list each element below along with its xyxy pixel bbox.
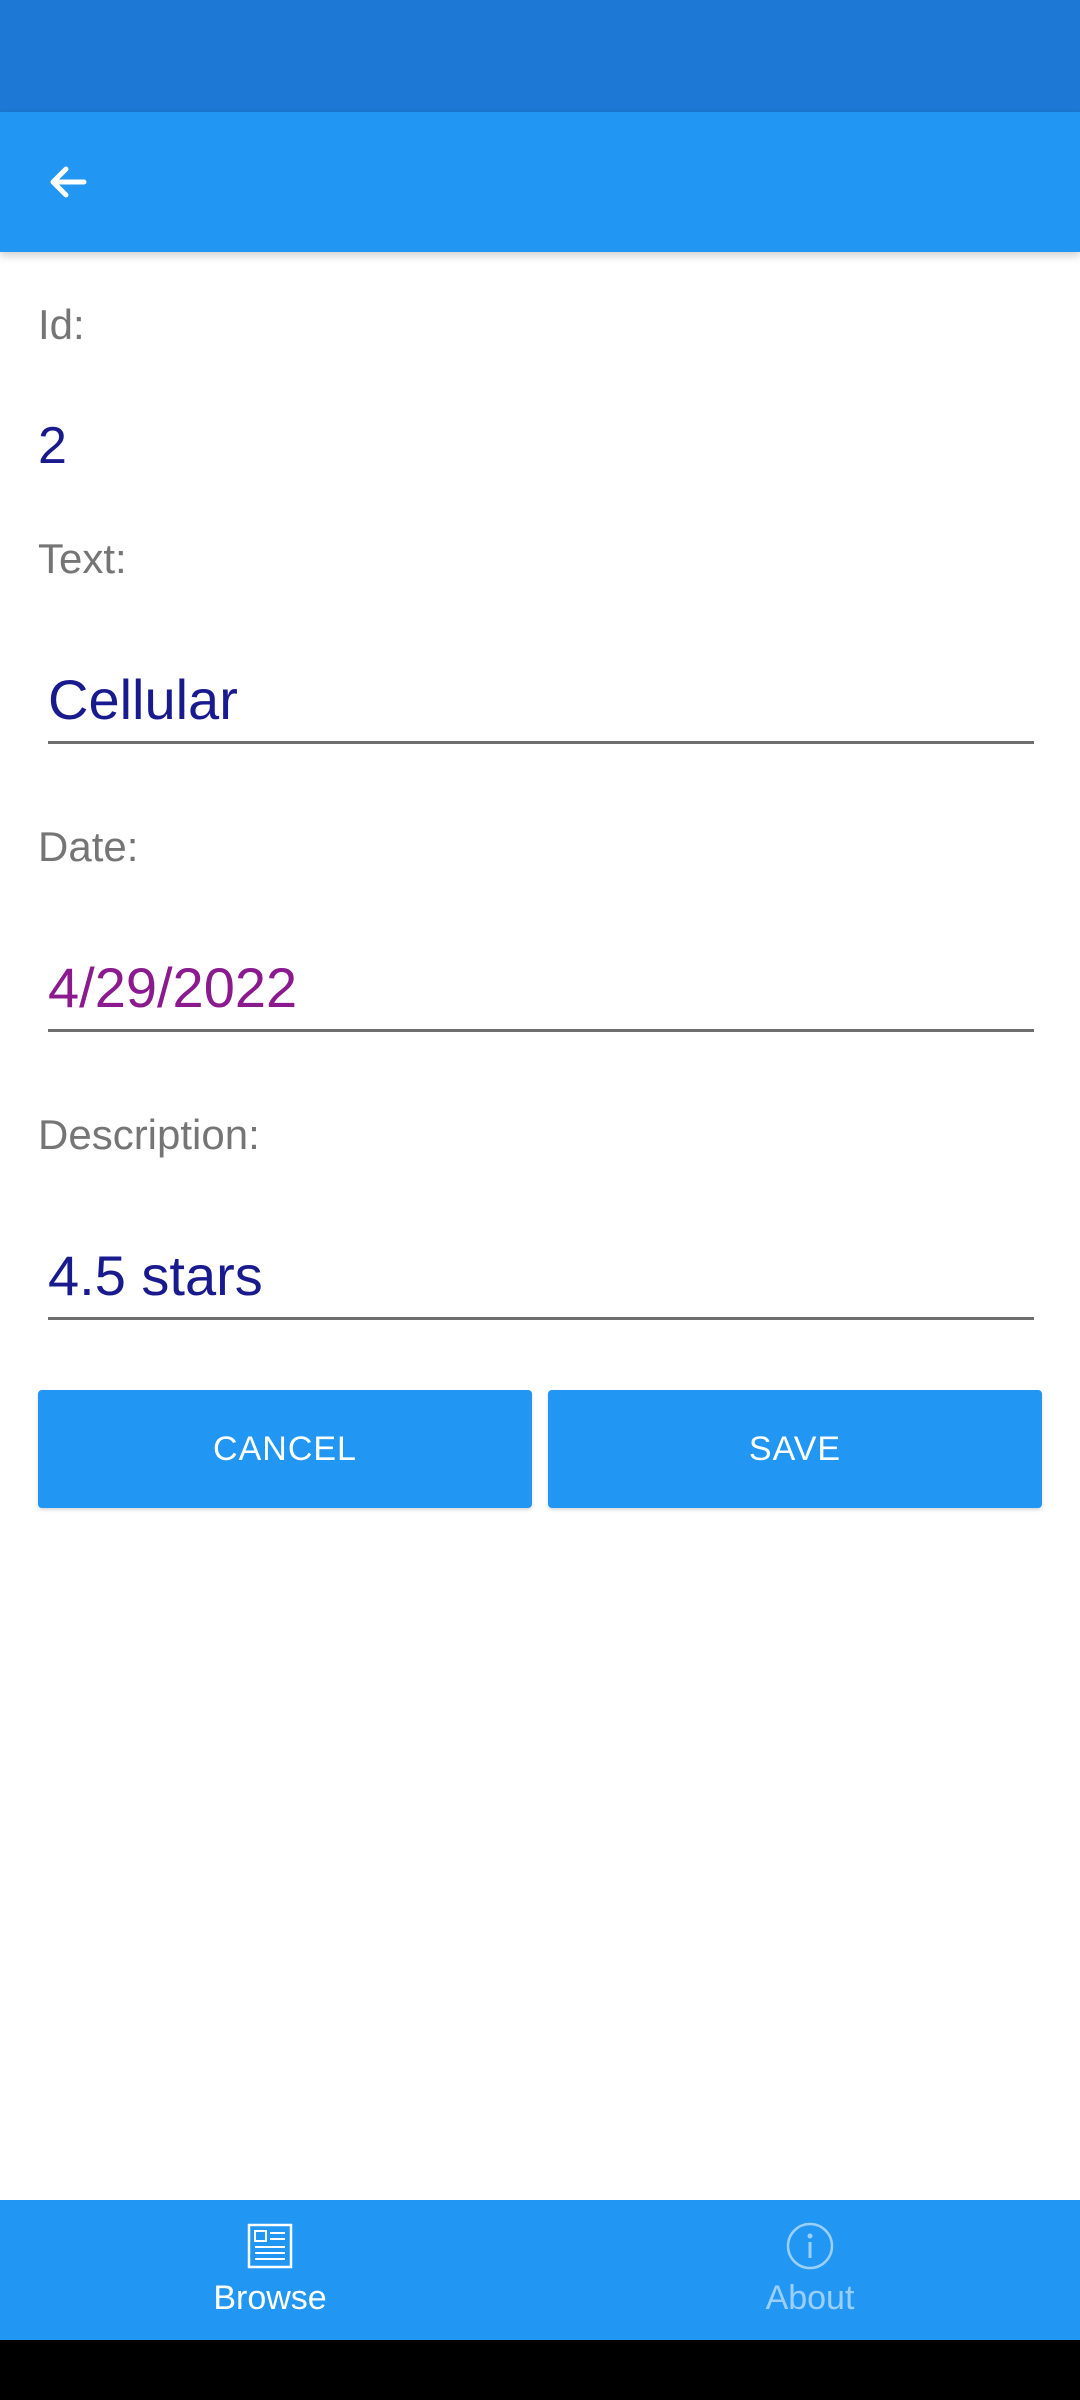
date-label: Date: — [38, 823, 139, 870]
id-value: 2 — [38, 417, 67, 475]
status-bar — [0, 0, 1080, 112]
app-bar — [0, 112, 1080, 252]
tab-browse-label: Browse — [213, 2279, 327, 2317]
browse-icon — [244, 2220, 296, 2272]
tab-about-label: About — [765, 2279, 855, 2317]
info-icon — [784, 2220, 836, 2272]
description-label: Description: — [38, 1111, 260, 1158]
description-field[interactable] — [48, 1234, 1034, 1320]
bottom-tab-bar: Browse About — [0, 2200, 1080, 2340]
text-label: Text: — [38, 535, 127, 582]
system-navigation-bar — [0, 2340, 1080, 2400]
date-field[interactable] — [48, 946, 1034, 1032]
item-detail-form: Id: 2 Text: Date: Description: CANCEL SA… — [0, 252, 1080, 2200]
cancel-button[interactable]: CANCEL — [38, 1390, 532, 1508]
tab-browse[interactable]: Browse — [0, 2200, 540, 2340]
text-field[interactable] — [48, 658, 1034, 744]
id-label: Id: — [38, 301, 85, 348]
tab-about[interactable]: About — [540, 2200, 1080, 2340]
arrow-left-icon — [50, 166, 87, 198]
back-button[interactable] — [28, 138, 108, 226]
save-button[interactable]: SAVE — [548, 1390, 1042, 1508]
